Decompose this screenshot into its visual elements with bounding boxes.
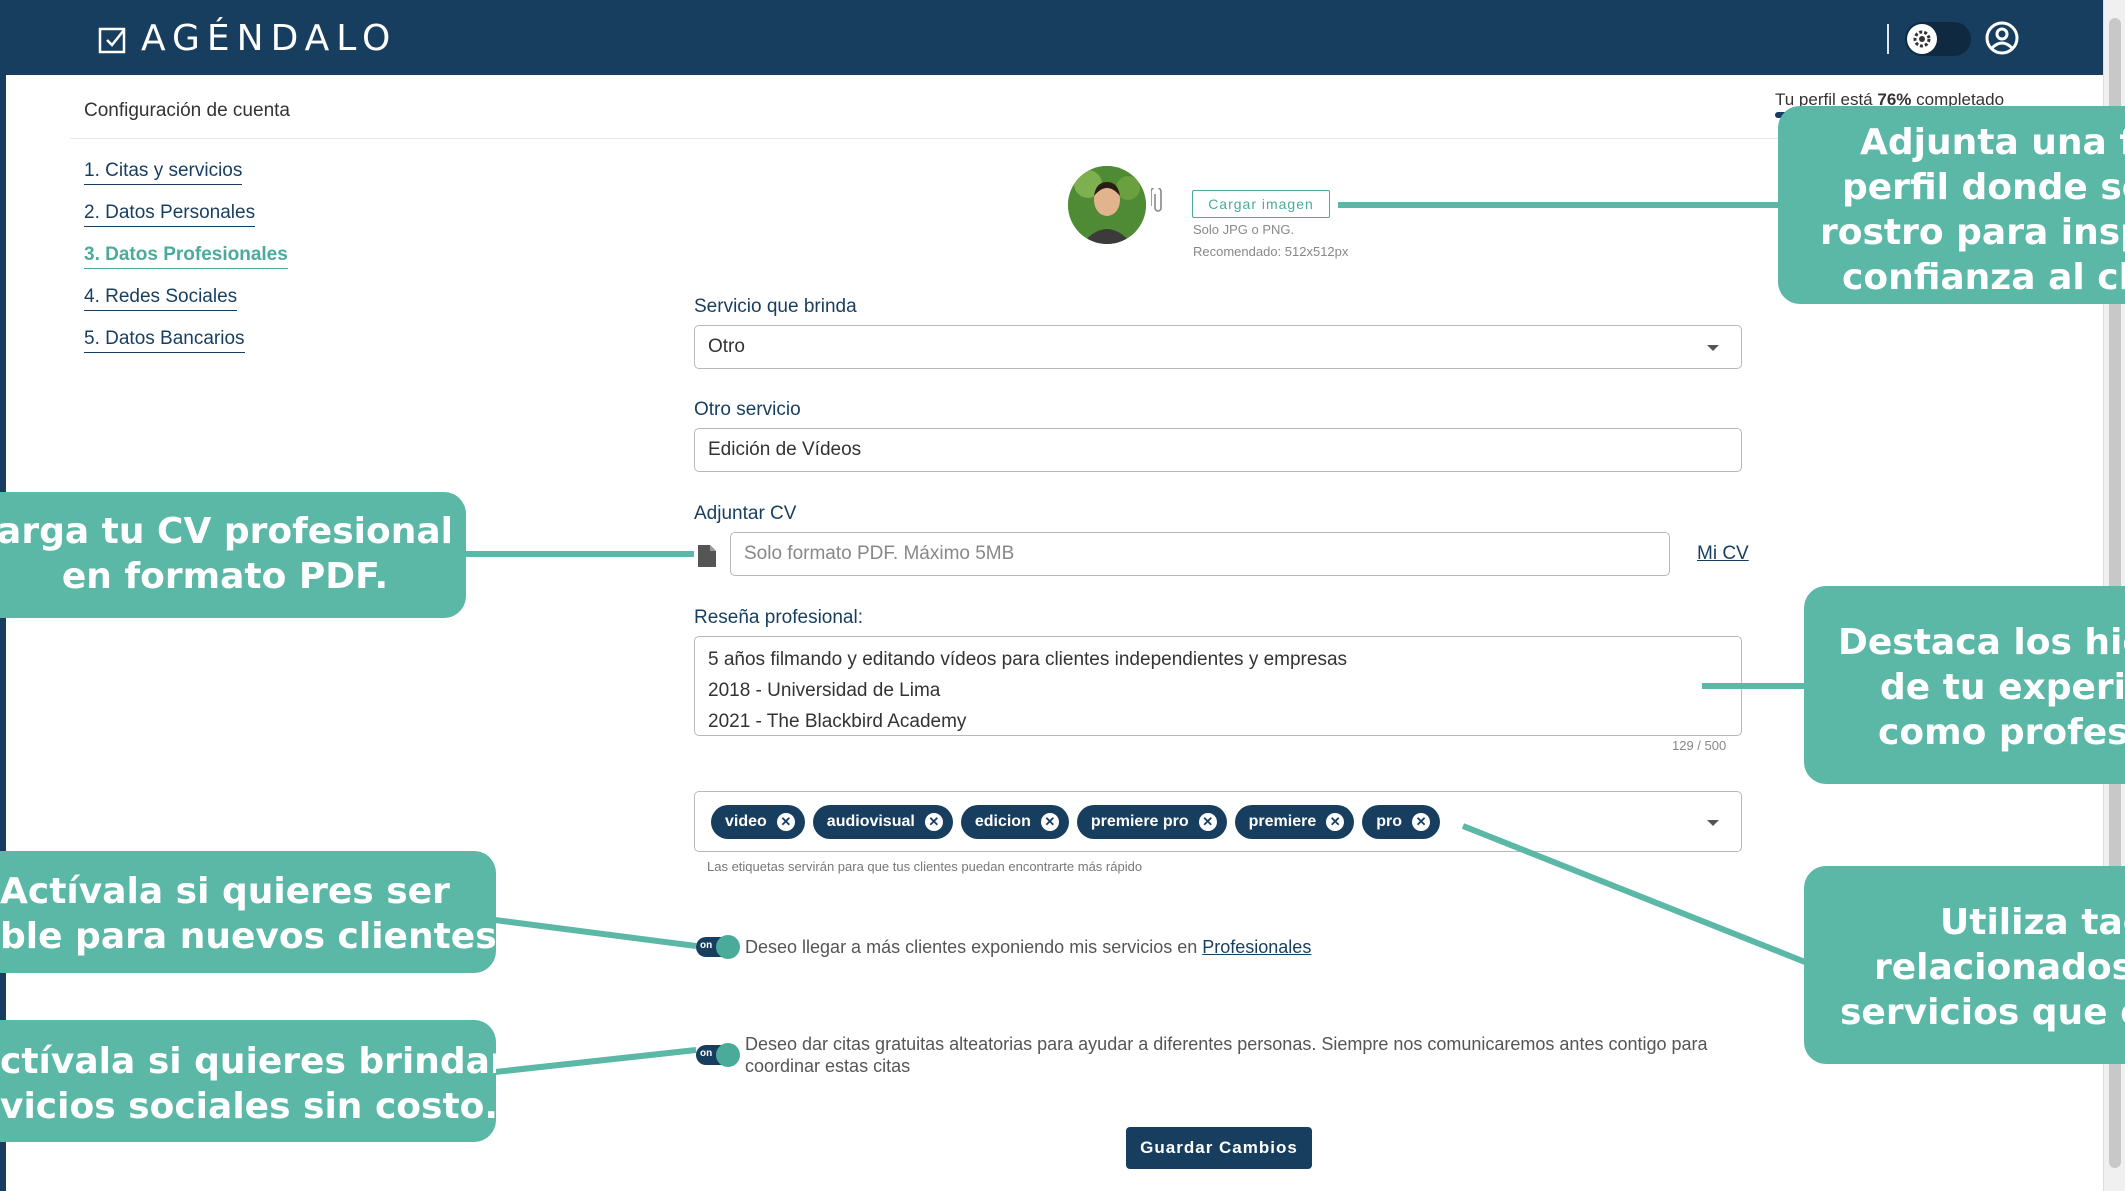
callout-public: Actívala si quieres ser ble para nuevos c… xyxy=(0,851,496,973)
callout-cv: arga tu CV profesional en formato PDF. xyxy=(0,492,466,618)
callout-review: Destaca los hig de tu experie como profesi xyxy=(1804,586,2125,784)
callout-tags: Utiliza tagrelacionadosservicios que o xyxy=(1804,866,2125,1064)
callout-free: ctívala si quieres brindar vicios sociale… xyxy=(0,1020,496,1142)
callout-photo: Adjunta una foperfil donde serostro para… xyxy=(1778,106,2125,304)
